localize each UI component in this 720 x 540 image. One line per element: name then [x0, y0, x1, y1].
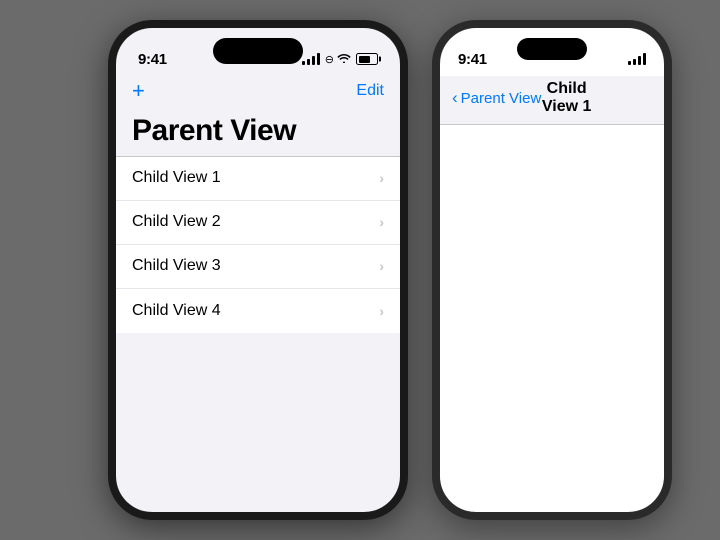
- edit-button[interactable]: Edit: [356, 82, 384, 100]
- child-view-title: Child View 1: [541, 80, 592, 116]
- child-list: Child View 1 › Child View 2 › Child View…: [116, 157, 400, 333]
- chevron-icon: ›: [379, 214, 384, 230]
- nav-bar: + Edit: [116, 76, 400, 110]
- left-phone: 9:41 ⊖ + Ed: [108, 20, 408, 520]
- right-phone: 9:41 ‹ Parent View Child View 1: [432, 20, 672, 520]
- large-title-container: Parent View: [116, 110, 400, 156]
- chevron-icon: ›: [379, 258, 384, 274]
- back-button[interactable]: ‹ Parent View: [452, 88, 541, 108]
- signal-icon: [302, 53, 320, 65]
- list-item-label: Child View 3: [132, 257, 221, 275]
- chevron-icon: ›: [379, 170, 384, 186]
- child-nav-bar: ‹ Parent View Child View 1: [440, 76, 664, 125]
- list-item[interactable]: Child View 1 ›: [116, 157, 400, 201]
- list-item-label: Child View 4: [132, 302, 221, 320]
- add-button[interactable]: +: [132, 80, 145, 102]
- child-content: [440, 125, 664, 509]
- back-chevron-icon: ‹: [452, 88, 458, 108]
- page-title: Parent View: [132, 114, 384, 148]
- wifi-icon: ⊖: [325, 52, 351, 66]
- battery-icon: [356, 53, 378, 65]
- status-time: 9:41: [138, 51, 167, 68]
- signal-icon-right: [628, 53, 646, 65]
- dynamic-island-right: [517, 38, 587, 60]
- chevron-icon: ›: [379, 303, 384, 319]
- dynamic-island: [213, 38, 303, 64]
- back-button-label: Parent View: [461, 90, 542, 107]
- status-icons: ⊖: [302, 52, 378, 66]
- list-item[interactable]: Child View 4 ›: [116, 289, 400, 333]
- list-item-label: Child View 2: [132, 213, 221, 231]
- status-icons-right: [628, 53, 646, 65]
- list-item-label: Child View 1: [132, 169, 221, 187]
- list-item[interactable]: Child View 3 ›: [116, 245, 400, 289]
- list-item[interactable]: Child View 2 ›: [116, 201, 400, 245]
- status-time-right: 9:41: [458, 51, 487, 68]
